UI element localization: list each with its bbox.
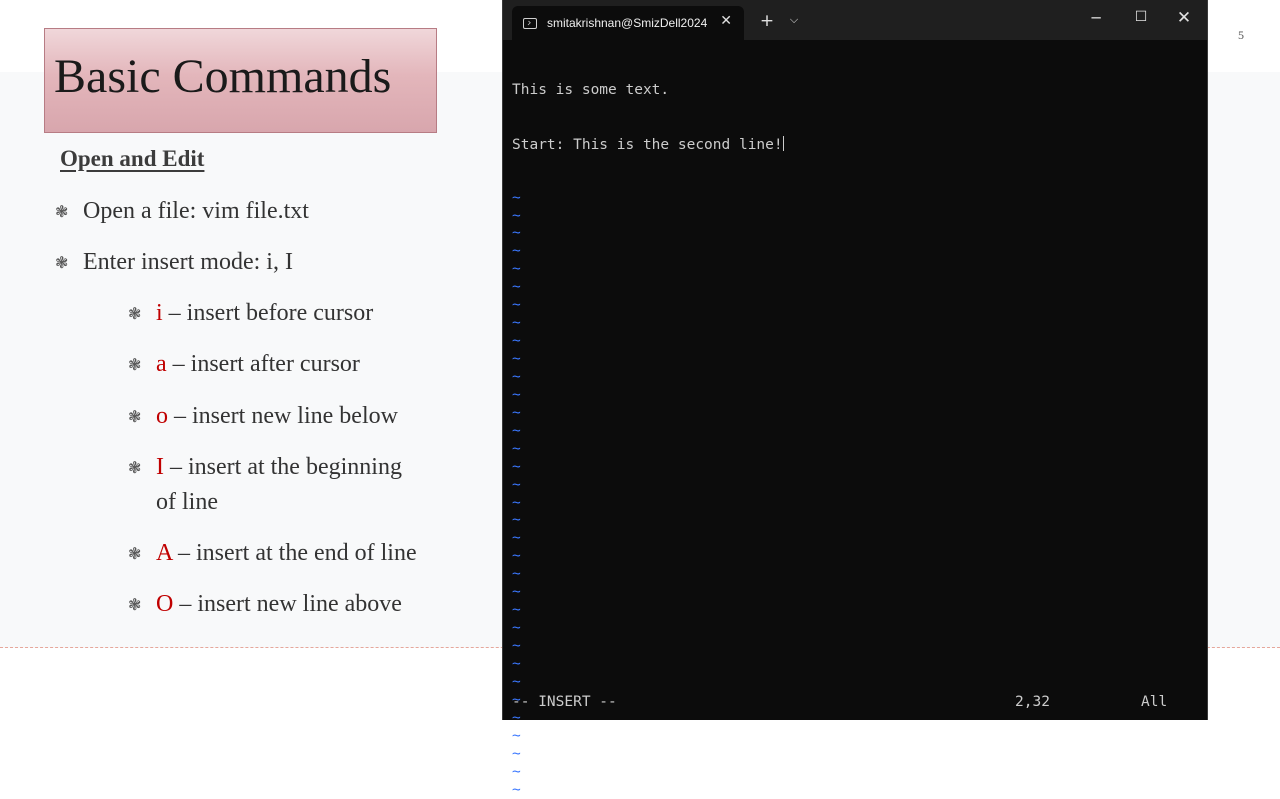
maximize-icon[interactable]: ☐: [1128, 9, 1154, 25]
tab-title: smitakrishnan@SmizDell2024: [547, 16, 708, 30]
empty-line-tilde: ~: [512, 297, 521, 314]
buffer-line: This is some text.: [512, 81, 670, 98]
slide-title: Basic Commands: [54, 50, 392, 103]
bullet-icon: ❃: [128, 458, 142, 477]
terminal-icon: [523, 17, 537, 29]
bullet-icon: ❃: [128, 355, 142, 374]
sub-bullet-text: A – insert at the end of line: [156, 536, 417, 571]
command-key: i: [156, 300, 163, 326]
status-cursor-position: 2,32: [1015, 694, 1050, 710]
empty-line-tilde: ~: [512, 709, 521, 726]
sub-bullet-text: I – insert at the beginning of line: [156, 450, 402, 520]
command-description: – insert before cursor: [162, 300, 374, 326]
empty-line-tilde: ~: [512, 368, 521, 385]
command-key: O: [156, 591, 174, 617]
command-key: a: [156, 351, 167, 377]
bullet-icon: ❃: [55, 202, 69, 221]
empty-line-tilde: ~: [512, 351, 521, 368]
empty-line-tilde: ~: [512, 315, 521, 332]
chevron-down-icon[interactable]: ⌵: [785, 13, 803, 27]
sub-bullet-i: ❃ i – insert before cursor: [128, 296, 373, 331]
bullet-open-file: ❃ Open a file: vim file.txt: [55, 194, 309, 229]
empty-line-tilde: ~: [512, 620, 521, 637]
slide-title-box: Basic Commands: [44, 28, 437, 133]
empty-line-tilde: ~: [512, 225, 521, 242]
text-cursor: [782, 135, 784, 151]
empty-line-tilde: ~: [512, 638, 521, 655]
page-number: 5: [1238, 28, 1244, 42]
empty-line-tilde: ~: [512, 386, 521, 403]
empty-line-tilde: ~: [512, 261, 521, 278]
sub-bullet-text: O – insert new line above: [156, 587, 402, 622]
terminal-titlebar[interactable]: smitakrishnan@SmizDell2024 ✕ + ⌵ ─ ☐ ✕: [503, 0, 1207, 40]
empty-line-tilde: ~: [512, 727, 521, 744]
command-description: – insert new line below: [168, 403, 398, 429]
bullet-icon: ❃: [128, 407, 142, 426]
empty-line-tilde: ~: [512, 333, 521, 350]
close-icon[interactable]: ✕: [720, 13, 732, 29]
vim-status-bar: -- INSERT -- 2,32 All: [512, 694, 1202, 712]
minimize-icon[interactable]: ─: [1083, 9, 1109, 27]
buffer-line: Start: This is the second line!: [512, 136, 783, 153]
bullet-icon: ❃: [55, 253, 69, 272]
empty-line-tilde: ~: [512, 763, 521, 780]
empty-line-tilde: ~: [512, 584, 521, 601]
plus-icon[interactable]: +: [757, 11, 777, 31]
empty-line-tilde: ~: [512, 458, 521, 475]
command-description-continued: of line: [156, 489, 218, 515]
empty-line-tilde: ~: [512, 494, 521, 511]
empty-line-tilde: ~: [512, 404, 521, 421]
empty-line-tilde: ~: [512, 602, 521, 619]
empty-line-tilde: ~: [512, 655, 521, 672]
empty-line-tilde: ~: [512, 243, 521, 260]
command-key: I: [156, 454, 164, 480]
status-scroll: All: [1141, 694, 1168, 710]
empty-line-tilde: ~: [512, 745, 521, 762]
empty-line-tilde: ~: [512, 422, 521, 439]
bullet-text: Open a file: vim file.txt: [83, 198, 309, 224]
terminal-tab[interactable]: smitakrishnan@SmizDell2024 ✕: [512, 6, 744, 40]
command-description: – insert at the beginning: [164, 454, 402, 480]
terminal-window[interactable]: smitakrishnan@SmizDell2024 ✕ + ⌵ ─ ☐ ✕ T…: [502, 0, 1208, 798]
empty-line-tilde: ~: [512, 189, 521, 206]
status-mode: -- INSERT --: [512, 694, 617, 710]
empty-line-tilde: ~: [512, 530, 521, 547]
empty-line-tilde: ~: [512, 476, 521, 493]
sub-bullet-a: ❃ a – insert after cursor: [128, 347, 360, 382]
close-icon[interactable]: ✕: [1171, 8, 1197, 28]
sub-bullet-shift-o: ❃ O – insert new line above: [128, 587, 402, 622]
command-description: – insert after cursor: [166, 351, 360, 377]
sub-bullet-o: ❃ o – insert new line below: [128, 399, 398, 434]
command-key: o: [156, 403, 168, 429]
sub-bullet-text: o – insert new line below: [156, 399, 398, 434]
empty-line-tilde: ~: [512, 279, 521, 296]
bullet-insert-mode: ❃ Enter insert mode: i, I: [55, 245, 293, 280]
empty-line-tilde: ~: [512, 512, 521, 529]
bullet-text: Enter insert mode: i, I: [83, 249, 293, 275]
command-key: A: [156, 540, 173, 566]
sub-bullet-text: a – insert after cursor: [156, 347, 360, 382]
empty-line-tilde: ~: [512, 548, 521, 565]
bullet-icon: ❃: [128, 544, 142, 563]
bullet-icon: ❃: [128, 304, 142, 323]
bullet-icon: ❃: [128, 595, 142, 614]
empty-line-tilde: ~: [512, 566, 521, 583]
empty-line-tilde: ~: [512, 781, 521, 798]
empty-line-tilde: ~: [512, 207, 521, 224]
sub-bullet-text: i – insert before cursor: [156, 296, 373, 331]
sub-bullet-shift-a: ❃ A – insert at the end of line: [128, 536, 417, 571]
section-heading: Open and Edit: [60, 146, 205, 171]
empty-line-tilde: ~: [512, 440, 521, 457]
empty-line-tilde: ~: [512, 673, 521, 690]
command-description: – insert new line above: [173, 591, 402, 617]
sub-bullet-shift-i: ❃ I – insert at the beginning of line: [128, 450, 402, 520]
terminal-buffer[interactable]: This is some text. Start: This is the se…: [512, 46, 1202, 798]
buffer-line-with-cursor: Start: This is the second line!: [512, 135, 1202, 154]
command-description: – insert at the end of line: [172, 540, 417, 566]
